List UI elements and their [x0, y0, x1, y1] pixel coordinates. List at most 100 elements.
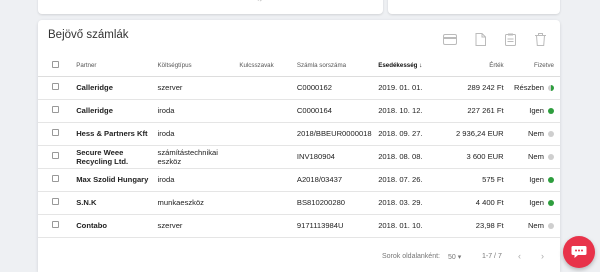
- value-cell: 289 242 Ft: [445, 76, 508, 100]
- value-cell: 3 600 EUR: [445, 145, 508, 169]
- row-checkbox[interactable]: [52, 198, 59, 205]
- table-row[interactable]: Calleridge szerver C0000162 2019. 01. 01. 28…: [38, 76, 560, 100]
- partner-cell: Contabo: [76, 214, 158, 238]
- table-row[interactable]: Hess & Partners Kft iroda 2018/BBEUR000001…: [38, 122, 560, 146]
- due-date-cell: 2018. 10. 12.: [378, 99, 446, 123]
- keywords-cell: [239, 191, 297, 215]
- row-checkbox[interactable]: [52, 129, 59, 136]
- paid-label: Igen: [529, 198, 544, 207]
- paid-cell: Nem: [507, 122, 560, 146]
- incoming-invoices-card: Bejövő számlák Partner Költségtípus Kulc…: [38, 20, 560, 272]
- credit-card-icon[interactable]: [442, 31, 458, 47]
- trash-icon[interactable]: [532, 31, 548, 47]
- due-date-cell: 2018. 01. 10.: [378, 214, 446, 238]
- row-checkbox-cell[interactable]: [38, 76, 77, 100]
- partner-cell: Secure Weee Recycling Ltd.: [76, 145, 158, 169]
- due-date-cell: 2018. 07. 26.: [378, 168, 446, 192]
- invoice-number-cell: C0000162: [296, 76, 379, 100]
- col-due-date[interactable]: Esedékesség ↓: [378, 56, 446, 77]
- next-page-icon[interactable]: ›: [541, 251, 544, 261]
- keywords-cell: [239, 214, 297, 238]
- invoice-number-cell: BS810200280: [296, 191, 379, 215]
- row-checkbox-cell[interactable]: [38, 191, 77, 215]
- col-cost-type[interactable]: Költségtípus: [157, 56, 240, 77]
- partner-cell: Calleridge: [76, 76, 158, 100]
- invoice-number-cell: 2018/BBEUR0000018: [296, 122, 379, 146]
- paid-cell: Igen: [507, 168, 560, 192]
- cost-type-cell: munkaeszköz: [157, 191, 240, 215]
- table-row[interactable]: Secure Weee Recycling Ltd. számítástechni…: [38, 145, 560, 169]
- col-keywords[interactable]: Kulcsszavak: [239, 56, 297, 77]
- toolbar: [442, 31, 548, 47]
- paid-status-dot-icon: [548, 131, 554, 137]
- row-checkbox-cell[interactable]: [38, 145, 77, 169]
- row-checkbox-cell[interactable]: [38, 99, 77, 123]
- row-checkbox[interactable]: [52, 106, 59, 113]
- invoice-number-cell: A2018/03437: [296, 168, 379, 192]
- paid-label: Nem: [527, 129, 544, 138]
- row-checkbox-cell[interactable]: [38, 122, 77, 146]
- paid-status-dot-icon: [548, 154, 554, 160]
- row-checkbox[interactable]: [52, 152, 59, 159]
- prev-page-icon[interactable]: ‹: [518, 251, 521, 261]
- paid-status-dot-icon: [548, 223, 554, 229]
- clipboard-icon[interactable]: [502, 31, 518, 47]
- row-checkbox-cell[interactable]: [38, 214, 77, 238]
- value-cell: 4 400 Ft: [445, 191, 508, 215]
- row-checkbox[interactable]: [52, 175, 59, 182]
- table-row[interactable]: Calleridge iroda C0000164 2018. 10. 12. 227 …: [38, 99, 560, 123]
- rows-per-page-label: Sorok oldalanként:: [382, 253, 440, 260]
- paid-label: Nem: [527, 152, 544, 161]
- table-row[interactable]: Max Szolid Hungary iroda A2018/03437 2018. …: [38, 168, 560, 192]
- chat-button[interactable]: [563, 236, 595, 268]
- cost-type-cell: iroda: [157, 122, 240, 146]
- paid-status-dot-icon: [548, 85, 554, 91]
- table-row[interactable]: S.N.K munkaeszköz BS810200280 2018. 03. 29.…: [38, 191, 560, 215]
- paid-status-dot-icon: [548, 200, 554, 206]
- cost-type-cell: számítástechnikai eszköz: [157, 145, 240, 169]
- row-checkbox[interactable]: [52, 83, 59, 90]
- pagination-range: 1-7 / 7: [482, 253, 502, 260]
- table-row[interactable]: Contabo szerver 9171113984U 2018. 01. 10. 23…: [38, 214, 560, 238]
- select-all-checkbox[interactable]: [52, 61, 59, 69]
- col-value[interactable]: Érték: [445, 56, 508, 77]
- rows-per-page-value: 50: [448, 254, 456, 261]
- top-card-left: [38, 0, 383, 14]
- col-paid[interactable]: Fizetve: [507, 56, 560, 77]
- rows-per-page-select[interactable]: 50 ▾: [448, 253, 461, 261]
- document-icon[interactable]: [472, 31, 488, 47]
- value-cell: 23,98 Ft: [445, 214, 508, 238]
- invoice-number-cell: C0000164: [296, 99, 379, 123]
- keywords-cell: [239, 99, 297, 123]
- paid-cell: Igen: [507, 191, 560, 215]
- due-date-cell: 2019. 01. 01.: [378, 76, 446, 100]
- pagination-footer: Sorok oldalanként: 50 ▾ 1-7 / 7 ‹ ›: [38, 246, 560, 268]
- sort-desc-arrow-icon: ↓: [419, 62, 423, 70]
- row-checkbox-cell[interactable]: [38, 168, 77, 192]
- paid-label: Igen: [529, 175, 544, 184]
- paid-cell: Részben: [507, 76, 560, 100]
- row-checkbox[interactable]: [52, 221, 59, 228]
- paid-status-dot-icon: [548, 108, 554, 114]
- table-header-row: Partner Költségtípus Kulcsszavak Számla …: [38, 56, 560, 77]
- paid-cell: Igen: [507, 99, 560, 123]
- paid-label: Részben: [514, 83, 544, 92]
- col-partner[interactable]: Partner: [76, 56, 158, 77]
- due-date-cell: 2018. 03. 29.: [378, 191, 446, 215]
- keywords-cell: [239, 145, 297, 169]
- cost-type-cell: iroda: [157, 99, 240, 123]
- paid-cell: Nem: [507, 145, 560, 169]
- partner-cell: Max Szolid Hungary: [76, 168, 158, 192]
- caret-down-icon: ▾: [457, 254, 462, 261]
- due-date-cell: 2018. 09. 27.: [378, 122, 446, 146]
- cost-type-cell: iroda: [157, 168, 240, 192]
- paid-label: Igen: [529, 106, 544, 115]
- keywords-cell: [239, 76, 297, 100]
- cost-type-cell: szerver: [157, 214, 240, 238]
- cost-type-cell: szerver: [157, 76, 240, 100]
- select-all-checkbox-cell[interactable]: [38, 56, 77, 77]
- invoice-number-cell: INV180904: [296, 145, 379, 169]
- col-invoice-number[interactable]: Számla sorszáma: [296, 56, 379, 77]
- due-date-cell: 2018. 08. 08.: [378, 145, 446, 169]
- loading-spinner-icon: [257, 0, 263, 2]
